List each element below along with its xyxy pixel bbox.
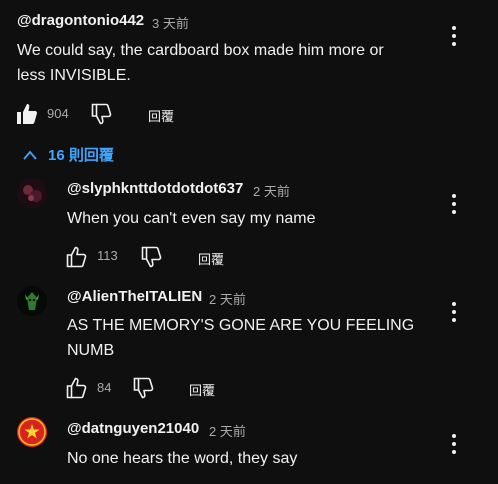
more-actions-icon[interactable]	[444, 432, 464, 456]
comment-author[interactable]: @slyphknttdotdotdot637	[67, 180, 243, 197]
more-actions-icon[interactable]	[444, 24, 464, 48]
comment-text: No one hears the word, they say	[67, 450, 298, 466]
comment-time[interactable]: 2 天前	[253, 181, 290, 200]
avatar[interactable]	[17, 178, 47, 208]
like-count: 113	[97, 248, 118, 263]
dislike-icon[interactable]	[90, 102, 114, 126]
dislike-icon[interactable]	[140, 245, 164, 269]
comment-time[interactable]: 3 天前	[152, 13, 189, 32]
reply-button[interactable]: 回覆	[189, 380, 215, 399]
comment-author[interactable]: @dragontonio442	[17, 12, 144, 29]
reply-comment: @datnguyen21040 2 天前 No one hears the wo…	[0, 410, 498, 484]
comment-text: AS THE MEMORY'S GONE ARE YOU FEELING NUM…	[67, 317, 415, 359]
avatar[interactable]	[17, 286, 47, 316]
avatar[interactable]	[17, 417, 47, 447]
like-icon[interactable]	[65, 376, 89, 400]
main-comment: @dragontonio442 3 天前 We could say, the c…	[0, 0, 498, 140]
reply-comment: @AlienTheITALIEN 2 天前 AS THE MEMORY'S GO…	[0, 278, 498, 408]
reply-button[interactable]: 回覆	[148, 106, 174, 125]
replies-count-label: 16 則回覆	[48, 147, 114, 164]
comment-author[interactable]: @datnguyen21040	[67, 420, 199, 437]
like-count: 904	[47, 106, 69, 121]
comment-text: We could say, the cardboard box made him…	[17, 42, 384, 84]
more-actions-icon[interactable]	[444, 300, 464, 324]
like-icon[interactable]	[65, 245, 89, 269]
replies-toggle-button[interactable]: 16 則回覆	[22, 144, 114, 165]
dislike-icon[interactable]	[132, 376, 156, 400]
comment-time[interactable]: 2 天前	[209, 289, 246, 308]
comment-time[interactable]: 2 天前	[209, 421, 246, 440]
chevron-up-icon	[23, 150, 37, 160]
like-count: 84	[97, 380, 112, 395]
comment-author[interactable]: @AlienTheITALIEN	[67, 288, 202, 305]
like-icon-filled[interactable]	[15, 102, 39, 126]
comment-text: When you can't even say my name	[67, 210, 316, 227]
more-actions-icon[interactable]	[444, 192, 464, 216]
reply-comment: @slyphknttdotdotdot637 2 天前 When you can…	[0, 170, 498, 275]
reply-button[interactable]: 回覆	[198, 249, 224, 268]
